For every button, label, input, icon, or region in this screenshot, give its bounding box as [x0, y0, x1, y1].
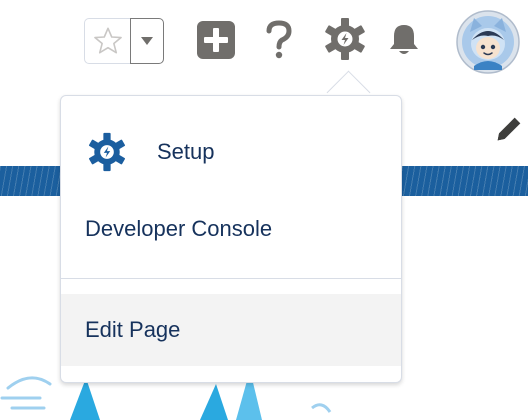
star-icon — [94, 27, 122, 54]
favorites-button[interactable] — [84, 18, 131, 64]
user-avatar-button[interactable] — [456, 10, 520, 74]
menu-item-developer-console-label: Developer Console — [85, 216, 273, 241]
menu-item-setup-label: Setup — [157, 139, 215, 164]
help-button[interactable] — [262, 20, 296, 60]
setup-gear-button[interactable] — [322, 16, 368, 62]
plus-icon — [197, 21, 235, 59]
gear-bolt-icon — [88, 132, 126, 172]
menu-item-edit-page-label: Edit Page — [85, 317, 181, 342]
astro-avatar — [456, 10, 520, 74]
pencil-icon[interactable] — [492, 112, 526, 146]
menu-item-edit-page[interactable]: Edit Page — [61, 294, 401, 366]
menu-divider — [61, 278, 401, 279]
global-actions-button[interactable] — [196, 20, 236, 60]
favorites-menu-button[interactable] — [130, 18, 164, 64]
bell-icon — [390, 25, 418, 54]
caret-down-icon — [141, 37, 153, 45]
menu-item-developer-console[interactable]: Developer Console — [61, 204, 401, 254]
notifications-button[interactable] — [384, 20, 424, 60]
favorites-group — [84, 18, 166, 64]
question-icon — [266, 20, 292, 59]
setup-menu: Setup Developer Console Edit Page — [60, 95, 402, 383]
menu-item-setup[interactable]: Setup — [61, 124, 401, 180]
gear-bolt-icon — [325, 18, 365, 60]
